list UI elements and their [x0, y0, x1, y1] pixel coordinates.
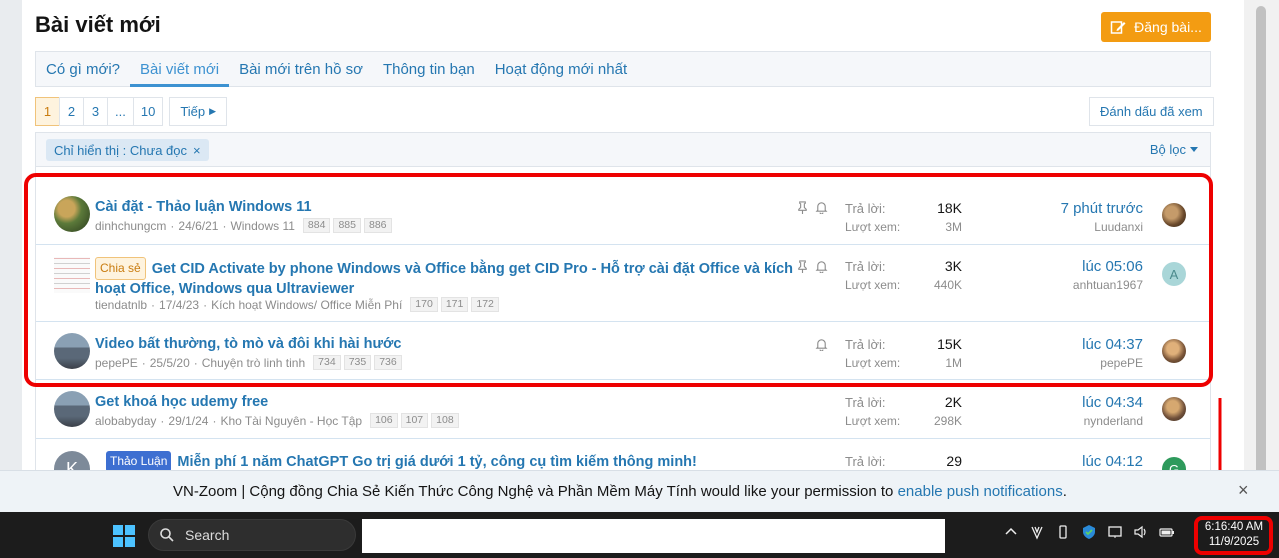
thread-date[interactable]: 29/1/24 — [168, 414, 208, 428]
pagination: 1 2 3 ... 10 Tiếp ▶ — [35, 97, 228, 126]
usb-icon[interactable] — [1055, 524, 1071, 540]
thread-page-link[interactable]: 106 — [370, 413, 398, 428]
last-post-time[interactable]: lúc 04:34 — [1082, 393, 1143, 412]
reply-count: 2K — [944, 394, 962, 410]
last-post-time[interactable]: lúc 04:12 — [1082, 452, 1143, 470]
caret-down-icon — [1190, 147, 1198, 152]
thread-author[interactable]: alobabyday — [95, 414, 156, 428]
filter-chip[interactable]: Chỉ hiển thị : Chưa đọc × — [46, 139, 209, 161]
page-title: Bài viết mới — [35, 12, 161, 37]
replies-label: Trả lời: — [845, 395, 886, 410]
last-post: lúc 04:34 nynderland — [1082, 393, 1143, 431]
thread-stats: 29 — [946, 452, 962, 470]
post-thread-label: Đăng bài... — [1134, 19, 1202, 35]
annotation-clock-highlight — [1194, 516, 1273, 555]
chevron-up-icon[interactable] — [1003, 524, 1019, 540]
thread-row[interactable]: K Thảo Luận Miễn phí 1 năm ChatGPT Go trị… — [36, 439, 1210, 470]
vpn-icon[interactable] — [1029, 524, 1045, 540]
close-icon[interactable]: × — [193, 143, 201, 158]
thread-title[interactable]: Thảo Luận Miễn phí 1 năm ChatGPT Go trị g… — [106, 451, 697, 470]
thread-meta: alobabyday · 29/1/24 · Kho Tài Nguyên - Họ… — [95, 413, 459, 428]
tab-latest-activity[interactable]: Hoạt động mới nhất — [485, 52, 637, 86]
volume-icon[interactable] — [1133, 524, 1149, 540]
page-1-link[interactable]: 1 — [35, 97, 60, 126]
thread-title-text[interactable]: Miễn phí 1 năm ChatGPT Go trị giá dưới 1… — [177, 454, 696, 470]
windows-start-icon[interactable] — [113, 525, 135, 547]
system-tray — [1003, 524, 1175, 540]
reply-count: 29 — [946, 453, 962, 469]
edit-icon — [1110, 21, 1126, 34]
tab-your-news[interactable]: Thông tin bạn — [373, 52, 485, 86]
avatar[interactable]: G — [1162, 457, 1186, 470]
last-post-user[interactable]: nynderland — [1082, 412, 1143, 431]
search-icon — [160, 528, 174, 542]
notification-suffix: . — [1062, 483, 1067, 500]
tab-new-posts[interactable]: Bài viết mới — [130, 52, 230, 87]
filter-button[interactable]: Bộ lọc — [1150, 142, 1198, 157]
avatar[interactable] — [54, 391, 90, 427]
annotation-highlight-box — [24, 173, 1213, 387]
security-shield-icon[interactable] — [1081, 524, 1097, 540]
tab-bar: Có gì mới? Bài viết mới Bài mới trên hồ … — [35, 51, 1211, 87]
thread-stats: 2K 298K — [934, 393, 962, 431]
taskbar: Search 6:16:40 AM 11/9/2025 — [0, 512, 1279, 558]
battery-icon[interactable] — [1159, 524, 1175, 540]
thread-stat-labels: Trả lời: Lượt xem: — [845, 393, 900, 431]
chevron-right-icon: ▶ — [209, 106, 217, 116]
push-notification-bar: VN-Zoom | Cộng đồng Chia Sẻ Kiến Thức Cô… — [0, 470, 1279, 512]
taskbar-apps-area — [362, 519, 945, 553]
filter-button-label: Bộ lọc — [1149, 142, 1186, 157]
thread-forum[interactable]: Kho Tài Nguyên - Học Tập — [220, 414, 362, 428]
page-2-link[interactable]: 2 — [59, 97, 84, 126]
page-10-link[interactable]: 10 — [132, 97, 164, 126]
close-icon[interactable]: × — [1238, 480, 1249, 501]
thread-prefix-badge[interactable]: Thảo Luận — [106, 451, 172, 470]
thread-title[interactable]: Get khoá học udemy free — [95, 393, 268, 412]
filter-bar: Chỉ hiển thị : Chưa đọc × Bộ lọc — [35, 132, 1211, 167]
last-post: lúc 04:12 — [1082, 452, 1143, 470]
tab-new-profile-posts[interactable]: Bài mới trên hồ sơ — [229, 52, 373, 86]
page-3-link[interactable]: 3 — [83, 97, 108, 126]
notification-text: VN-Zoom | Cộng đồng Chia Sẻ Kiến Thức Cô… — [173, 483, 898, 500]
avatar[interactable] — [1162, 397, 1186, 421]
notification-message: VN-Zoom | Cộng đồng Chia Sẻ Kiến Thức Cô… — [173, 483, 1067, 500]
next-page-label: Tiếp — [180, 104, 206, 119]
replies-label: Trả lời: — [845, 454, 886, 469]
thread-row[interactable]: Get khoá học udemy free alobabyday · 29/1… — [36, 380, 1210, 439]
enable-push-link[interactable]: enable push notifications — [898, 483, 1063, 500]
display-icon[interactable] — [1107, 524, 1123, 540]
mark-read-button[interactable]: Đánh dấu đã xem — [1089, 97, 1214, 126]
search-placeholder: Search — [185, 527, 230, 543]
next-page-button[interactable]: Tiếp ▶ — [169, 97, 228, 126]
scrollbar[interactable] — [1244, 0, 1279, 512]
thread-stat-labels: Trả lời: — [845, 452, 886, 470]
avatar[interactable]: K — [54, 451, 90, 470]
view-count: 298K — [933, 414, 962, 428]
post-thread-button[interactable]: Đăng bài... — [1101, 12, 1211, 42]
taskbar-search[interactable]: Search — [148, 519, 356, 551]
tab-whats-new[interactable]: Có gì mới? — [36, 52, 130, 86]
views-label: Lượt xem: — [845, 414, 901, 428]
thread-page-link[interactable]: 107 — [400, 413, 429, 428]
filter-chip-label: Chỉ hiển thị : Chưa đọc — [54, 142, 187, 158]
page-ellipsis[interactable]: ... — [107, 97, 134, 126]
scrollbar-thumb[interactable] — [1256, 6, 1266, 511]
thread-page-link[interactable]: 108 — [431, 413, 459, 428]
